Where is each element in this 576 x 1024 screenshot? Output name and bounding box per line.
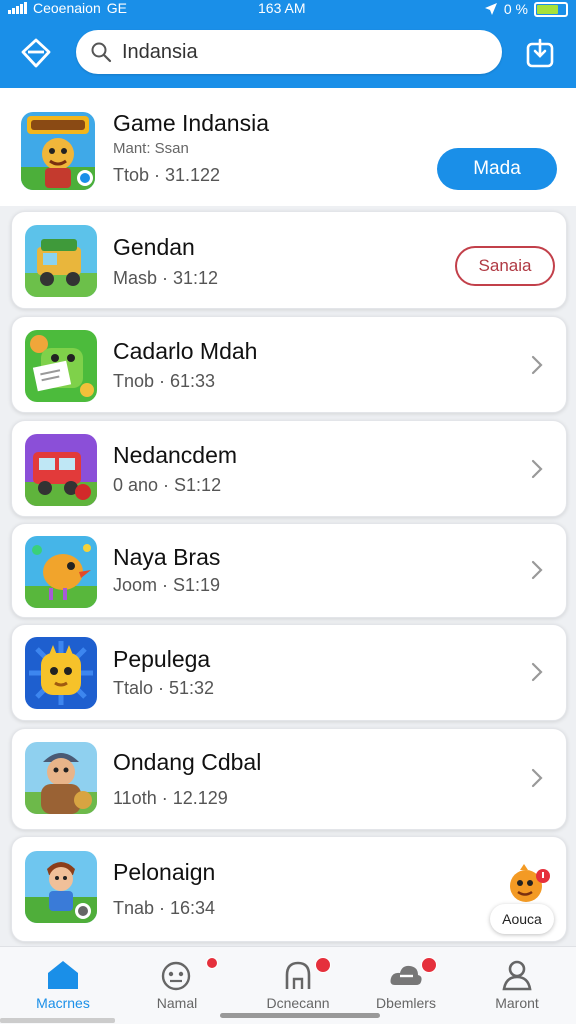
location-icon (484, 3, 497, 15)
home-tab-indicator (0, 1018, 115, 1023)
home-bar[interactable] (220, 1013, 380, 1018)
status-bar: Ceoenaion GE 163 AM 0 % (0, 0, 576, 18)
list-item[interactable]: Gendan Masb · 31:12 Sanaia (11, 211, 567, 309)
apps-icon (285, 961, 311, 989)
search-box[interactable] (76, 30, 502, 74)
frog-letter-icon (25, 330, 97, 402)
truck-game-icon (25, 225, 97, 297)
app-name: Ondang Cdbal (113, 749, 262, 775)
nav-cloud[interactable]: Dbemlers (351, 947, 461, 1019)
games-icon (161, 961, 191, 991)
nav-label: Macrnes (36, 995, 90, 1011)
list-item[interactable]: Cadarlo Mdah Tnob · 61:33 (11, 316, 567, 413)
get-button[interactable]: Mada (437, 148, 557, 190)
featured-item[interactable]: Game Indansia Mant: Ssan Ttob · 31.122 M… (0, 88, 576, 206)
list-item[interactable]: Naya Bras Joom · S1:19 (11, 523, 567, 618)
mascot-icon (510, 864, 550, 902)
app-name: Cadarlo Mdah (113, 338, 258, 364)
list-item[interactable]: Pelonaign Tnab · 16:34 (11, 836, 567, 942)
profile-icon (502, 960, 532, 991)
cartoon-bird-icon (25, 536, 97, 608)
list-item[interactable]: Nedancdem 0 ano · S1:12 (11, 420, 567, 517)
nav-label: Namal (156, 995, 198, 1011)
chevron-right-icon[interactable] (530, 354, 544, 376)
nav-label: Dcnecann (266, 995, 330, 1011)
app-subtitle: Mant: Ssan (113, 140, 189, 157)
battery-percent: 0 % (503, 1, 528, 17)
chevron-right-icon[interactable] (530, 661, 544, 683)
yellow-face-icon (25, 637, 97, 709)
nav-apps[interactable]: Dcnecann (243, 947, 353, 1019)
nav-badge (421, 957, 437, 973)
boy-character-icon (25, 851, 97, 923)
download-icon[interactable] (522, 35, 558, 71)
battery-icon (534, 1, 568, 17)
game-banner-icon (21, 112, 95, 190)
app-meta: Joom · S1:19 (113, 575, 221, 595)
app-name: Pepulega (113, 646, 211, 672)
app-meta: Tnab · 16:34 (113, 898, 216, 918)
app-name: Naya Bras (113, 544, 221, 570)
red-truck-icon (25, 434, 97, 506)
list-item[interactable]: Ondang Cdbal 11oth · 12.129 (11, 728, 567, 830)
app-title: Game Indansia (113, 110, 269, 136)
home-icon (48, 961, 78, 989)
search-input[interactable] (122, 40, 482, 64)
nav-badge (206, 957, 218, 969)
nav-games[interactable]: Namal (122, 947, 232, 1019)
status-time: 163 AM (258, 0, 306, 16)
adventurer-icon (25, 742, 97, 814)
network-label: GE (106, 0, 127, 16)
nav-label: Maront (495, 995, 539, 1011)
chevron-right-icon[interactable] (530, 458, 544, 480)
app-meta: Tnob · 61:33 (113, 371, 216, 391)
app-meta: 0 ano · S1:12 (113, 475, 222, 495)
app-meta: Ttalo · 51:32 (113, 678, 215, 698)
app-name: Gendan (113, 234, 195, 260)
app-meta: Masb · 31:12 (113, 268, 219, 288)
app-header (0, 18, 576, 88)
fab-label[interactable]: Aouca (490, 904, 554, 934)
nav-profile[interactable]: Maront (462, 947, 572, 1019)
signal-icon (8, 2, 27, 14)
search-icon (91, 42, 112, 63)
status-right: 0 % (484, 1, 568, 17)
menu-shield-icon[interactable] (18, 35, 54, 71)
nav-badge (315, 957, 331, 973)
cloud-icon (390, 965, 422, 985)
status-left: Ceoenaion GE (8, 0, 127, 16)
assistant-fab[interactable]: Aouca (490, 862, 560, 936)
app-meta: Ttob · 31.122 (113, 165, 221, 185)
nav-home[interactable]: Macrnes (8, 947, 118, 1019)
app-meta: 11oth · 12.129 (113, 788, 228, 808)
chevron-right-icon[interactable] (530, 767, 544, 789)
list-item[interactable]: Pepulega Ttalo · 51:32 (11, 624, 567, 721)
carrier-label: Ceoenaion (33, 0, 101, 16)
action-button[interactable]: Sanaia (455, 246, 555, 286)
app-name: Nedancdem (113, 442, 238, 468)
app-name: Pelonaign (113, 859, 216, 885)
chevron-right-icon[interactable] (530, 559, 544, 581)
nav-label: Dbemlers (376, 995, 436, 1011)
